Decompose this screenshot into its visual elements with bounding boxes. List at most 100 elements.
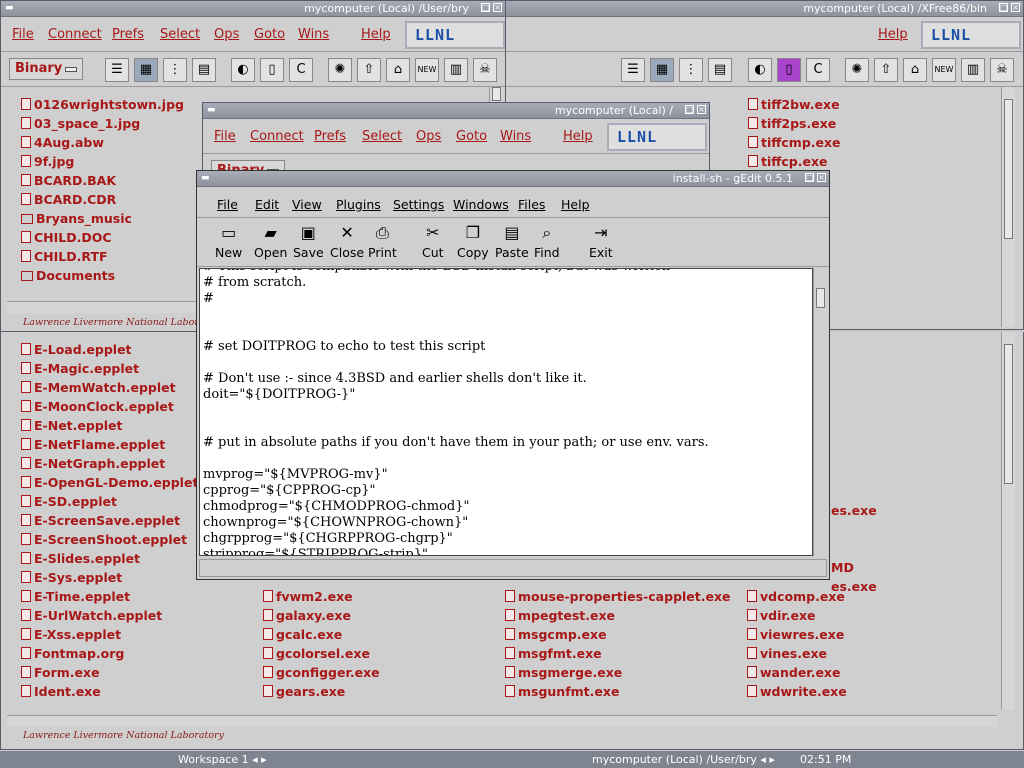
- vertical-scrollbar[interactable]: [813, 268, 827, 556]
- file-item[interactable]: 9f.jpg: [21, 154, 74, 169]
- print-button[interactable]: ⎙ Print: [368, 219, 397, 260]
- file-item[interactable]: mouse-properties-capplet.exe: [505, 589, 731, 604]
- file-item[interactable]: msgunfmt.exe: [505, 684, 619, 699]
- maximize-icon[interactable]: □: [999, 3, 1008, 12]
- file-item[interactable]: gconfigger.exe: [263, 665, 380, 680]
- document-icon[interactable]: ▯: [777, 58, 801, 82]
- menu-wins[interactable]: Wins: [500, 129, 531, 144]
- transfer-mode-select[interactable]: Binary: [9, 58, 83, 80]
- file-item[interactable]: wander.exe: [747, 665, 840, 680]
- file-item-partial[interactable]: es.exe: [831, 579, 877, 594]
- file-item[interactable]: E-MoonClock.epplet: [21, 399, 174, 414]
- file-item[interactable]: Form.exe: [21, 665, 100, 680]
- menu-files[interactable]: Files: [518, 197, 545, 212]
- file-item[interactable]: Documents: [21, 268, 115, 283]
- close-icon[interactable]: ×: [1011, 3, 1020, 12]
- list-view-icon[interactable]: ☰: [105, 58, 129, 82]
- connect-icon[interactable]: ◐: [748, 58, 772, 82]
- menu-help[interactable]: Help: [561, 197, 590, 212]
- maximize-icon[interactable]: □: [685, 105, 694, 114]
- menu-prefs[interactable]: Prefs: [112, 27, 144, 42]
- file-item[interactable]: 03_space_1.jpg: [21, 116, 140, 131]
- tree-view-icon[interactable]: ⋮: [163, 58, 187, 82]
- file-item[interactable]: E-NetFlame.epplet: [21, 437, 165, 452]
- file-item[interactable]: E-Net.epplet: [21, 418, 123, 433]
- new-icon[interactable]: NEW: [415, 58, 439, 82]
- vertical-scrollbar[interactable]: [1001, 332, 1015, 710]
- new-button[interactable]: ▭ New: [215, 219, 242, 260]
- file-item[interactable]: tiff2bw.exe: [748, 97, 840, 112]
- file-item[interactable]: E-OpenGL-Demo.epplet: [21, 475, 198, 490]
- refresh-icon[interactable]: C: [289, 58, 313, 82]
- file-item[interactable]: CHILD.RTF: [21, 249, 108, 264]
- file-item[interactable]: vines.exe: [747, 646, 827, 661]
- menu-file[interactable]: File: [214, 129, 236, 144]
- file-item-partial[interactable]: es.exe: [831, 503, 877, 518]
- grid-view-icon[interactable]: ▤: [192, 58, 216, 82]
- menu-help[interactable]: Help: [563, 129, 593, 144]
- document-icon[interactable]: ▯: [260, 58, 284, 82]
- file-item[interactable]: msgfmt.exe: [505, 646, 602, 661]
- close-icon[interactable]: ×: [493, 3, 502, 12]
- paste-button[interactable]: ▤ Paste: [495, 219, 529, 260]
- skull-icon[interactable]: ☠: [473, 58, 497, 82]
- file-item[interactable]: E-Time.epplet: [21, 589, 130, 604]
- menu-select[interactable]: Select: [160, 27, 200, 42]
- file-item[interactable]: Fontmap.org: [21, 646, 124, 661]
- list-view-icon[interactable]: ☰: [621, 58, 645, 82]
- file-item[interactable]: E-NetGraph.epplet: [21, 456, 165, 471]
- file-item[interactable]: mpegtest.exe: [505, 608, 615, 623]
- close-icon[interactable]: ×: [817, 173, 826, 182]
- menu-settings[interactable]: Settings: [393, 197, 444, 212]
- file-item[interactable]: E-Sys.epplet: [21, 570, 122, 585]
- xdir-right-titlebar[interactable]: mycomputer (Local) /XFree86/bin □ ×: [506, 1, 1023, 17]
- up-arrow-icon[interactable]: ⇧: [357, 58, 381, 82]
- up-arrow-icon[interactable]: ⇧: [874, 58, 898, 82]
- file-item[interactable]: vdir.exe: [747, 608, 816, 623]
- xdir-main-titlebar[interactable]: ▬ mycomputer (Local) /User/bry □ ×: [1, 1, 505, 17]
- gedit-titlebar[interactable]: ▬ install-sh - gEdit 0.5.1 □ ×: [197, 171, 829, 187]
- file-item[interactable]: msgmerge.exe: [505, 665, 622, 680]
- copy-button[interactable]: ❐ Copy: [457, 219, 489, 260]
- horizontal-scrollbar[interactable]: [7, 715, 997, 727]
- file-item[interactable]: gcolorsel.exe: [263, 646, 370, 661]
- connect-icon[interactable]: ◐: [231, 58, 255, 82]
- menu-view[interactable]: View: [292, 197, 322, 212]
- file-item[interactable]: E-Magic.epplet: [21, 361, 139, 376]
- file-item[interactable]: E-Load.epplet: [21, 342, 132, 357]
- find-button[interactable]: ⌕ Find: [534, 219, 560, 260]
- file-item[interactable]: fvwm2.exe: [263, 589, 353, 604]
- maximize-icon[interactable]: □: [805, 173, 814, 182]
- file-item[interactable]: E-Xss.epplet: [21, 627, 121, 642]
- open-button[interactable]: ▰ Open: [254, 219, 287, 260]
- menu-prefs[interactable]: Prefs: [314, 129, 346, 144]
- file-item[interactable]: E-SD.epplet: [21, 494, 117, 509]
- file-item[interactable]: gcalc.exe: [263, 627, 342, 642]
- menu-plugins[interactable]: Plugins: [336, 197, 381, 212]
- menu-wins[interactable]: Wins: [298, 27, 329, 42]
- menu-connect[interactable]: Connect: [48, 27, 102, 42]
- menu-help[interactable]: Help: [878, 27, 908, 42]
- tree-view-icon[interactable]: ⋮: [679, 58, 703, 82]
- file-item[interactable]: tiffcmp.exe: [748, 135, 841, 150]
- file-item-partial[interactable]: MD: [831, 560, 854, 575]
- menu-select[interactable]: Select: [362, 129, 402, 144]
- file-item[interactable]: gears.exe: [263, 684, 345, 699]
- menu-ops[interactable]: Ops: [214, 27, 239, 42]
- file-item[interactable]: viewres.exe: [747, 627, 844, 642]
- text-editor-area[interactable]: # This script is compatible with the BSD…: [199, 268, 813, 556]
- file-item[interactable]: 4Aug.abw: [21, 135, 104, 150]
- file-item[interactable]: BCARD.CDR: [21, 192, 116, 207]
- new-icon[interactable]: NEW: [932, 58, 956, 82]
- save-button[interactable]: ▣ Save: [293, 219, 324, 260]
- close-icon[interactable]: ×: [697, 105, 706, 114]
- home-icon[interactable]: ⌂: [903, 58, 927, 82]
- exit-button[interactable]: ⇥ Exit: [589, 219, 613, 260]
- file-item[interactable]: wdwrite.exe: [747, 684, 847, 699]
- vertical-scrollbar[interactable]: [1001, 87, 1015, 327]
- file-item[interactable]: msgcmp.exe: [505, 627, 607, 642]
- menu-edit[interactable]: Edit: [255, 197, 279, 212]
- menu-ops[interactable]: Ops: [416, 129, 441, 144]
- menu-file[interactable]: File: [217, 197, 238, 212]
- workspace-switcher[interactable]: Workspace 1 ◂ ▸: [178, 753, 267, 766]
